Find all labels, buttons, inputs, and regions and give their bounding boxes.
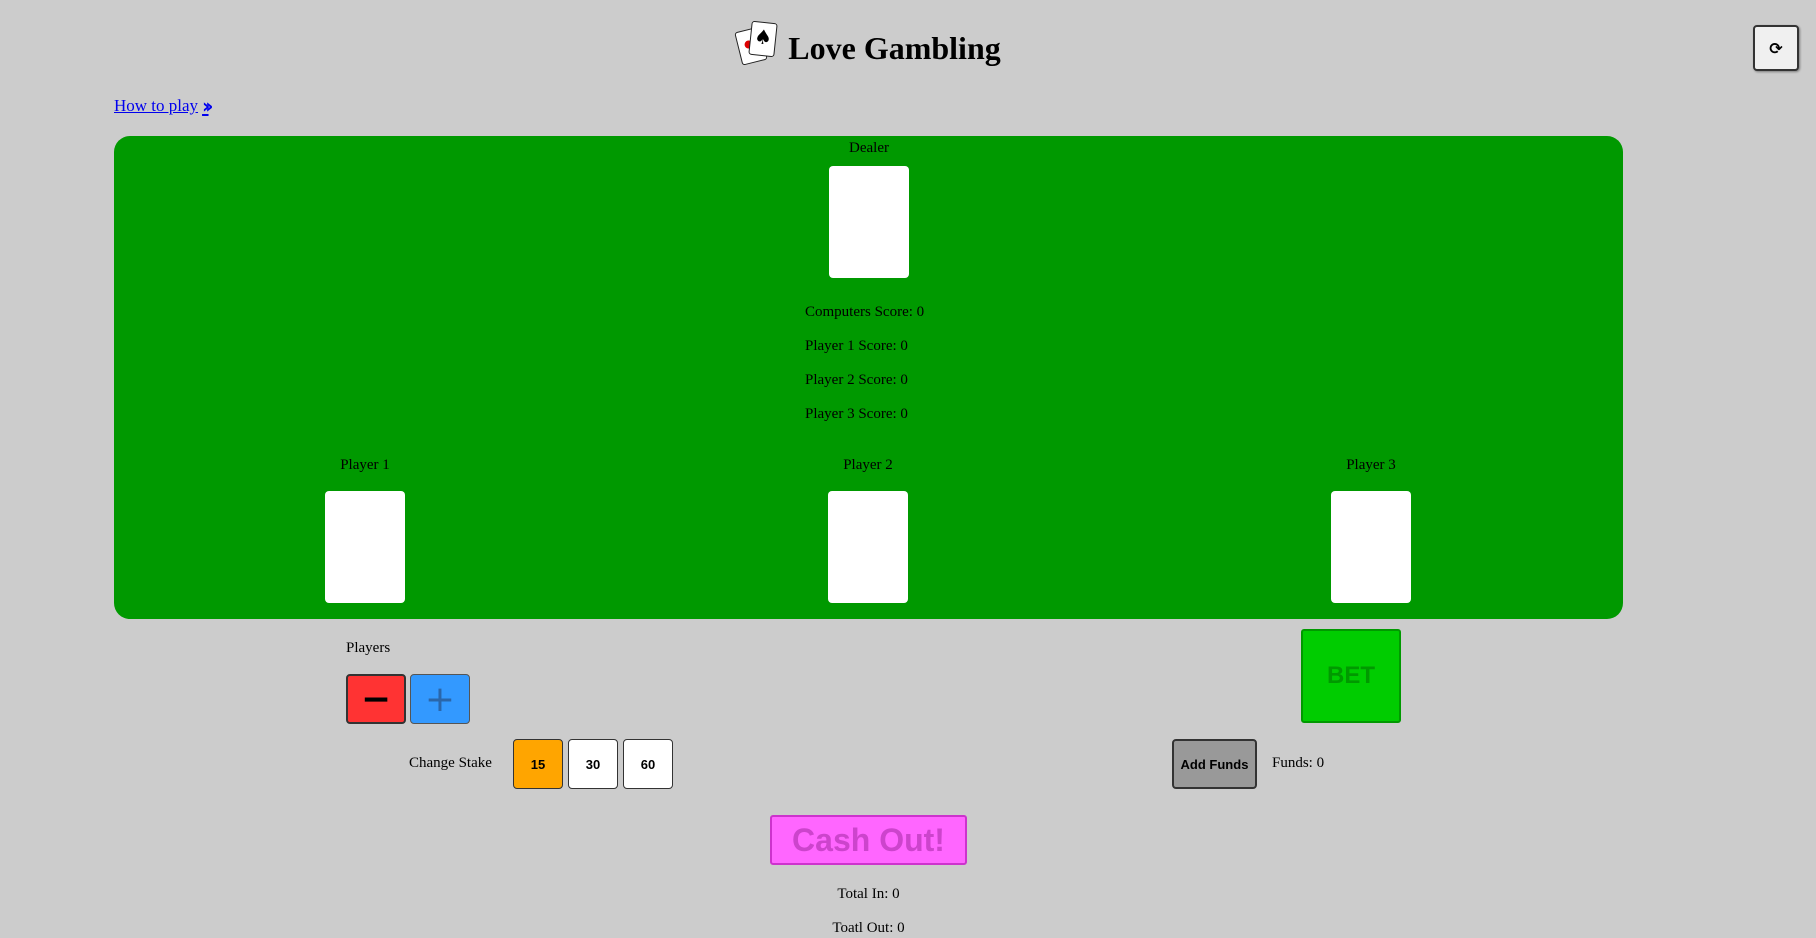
plus-icon: + [424,678,456,720]
player-3-score: Player 3 Score: 0 [805,406,908,422]
change-stake-label: Change Stake [409,755,492,771]
computers-score: Computers Score: 0 [805,304,925,320]
total-out: Toatl Out: 0 [832,920,905,936]
player-1-card [325,491,405,603]
game-table: Dealer Computers Score: 0 Player 1 Score… [114,136,1623,619]
header: ♠ Love Gambling [0,18,1737,67]
dealer-label: Dealer [849,140,889,156]
refresh-icon: ⟳ [1769,38,1783,58]
bet-button[interactable]: BET [1301,629,1401,723]
cash-out-button[interactable]: Cash Out! [770,815,967,865]
player-3-card [1331,491,1411,603]
page: ♠ Love Gambling ⟳ How to play ›› Dealer … [0,0,1816,938]
minus-icon: − [360,678,392,720]
player-1-label: Player 1 [340,457,390,473]
double-chevron-right-icon: ›› [202,94,214,118]
stake-button-15[interactable]: 15 [513,739,563,789]
how-to-play-label: How to play [114,96,199,115]
dealer-card [829,166,909,278]
player-1-score: Player 1 Score: 0 [805,338,908,354]
page-title: Love Gambling [788,30,1001,66]
add-funds-button[interactable]: Add Funds [1172,739,1257,789]
remove-player-button[interactable]: − [346,674,406,724]
funds-display: Funds: 0 [1272,755,1325,771]
total-in: Total In: 0 [837,886,900,902]
add-player-button[interactable]: + [410,674,470,724]
playing-cards-icon: ♠ [734,20,780,66]
scores: Computers Score: 0 Player 1 Score: 0 Pla… [805,304,924,440]
player-2-card [828,491,908,603]
refresh-button[interactable]: ⟳ [1753,25,1799,71]
player-2-score: Player 2 Score: 0 [805,372,908,388]
players-label: Players [346,640,391,656]
player-2-label: Player 2 [843,457,893,473]
player-3-label: Player 3 [1346,457,1396,473]
stake-button-30[interactable]: 30 [568,739,618,789]
stake-button-60[interactable]: 60 [623,739,673,789]
how-to-play-link[interactable]: How to play ›› [114,94,214,118]
